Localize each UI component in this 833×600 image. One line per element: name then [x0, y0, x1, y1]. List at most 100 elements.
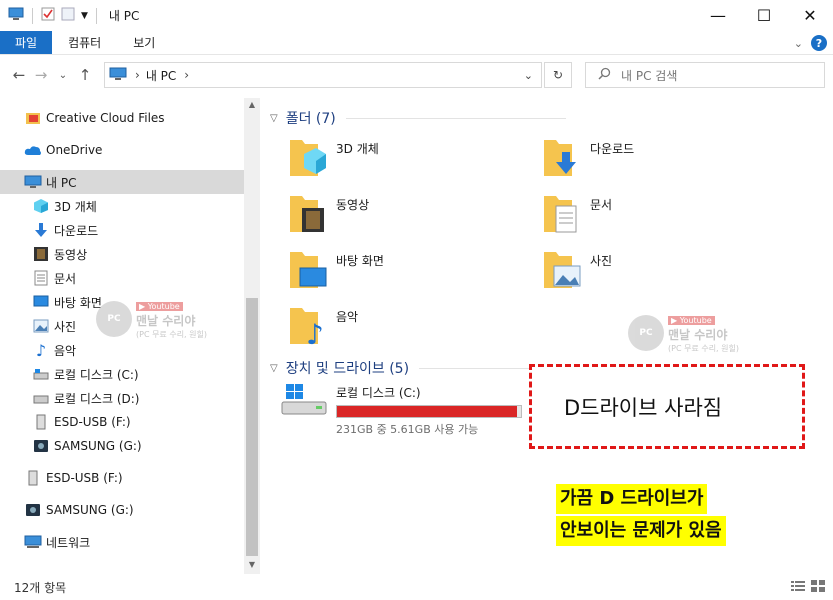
download-icon — [544, 140, 576, 176]
maximize-button[interactable]: ☐ — [741, 0, 787, 31]
folder-downloads[interactable]: 다운로드 — [542, 134, 634, 180]
tab-view[interactable]: 보기 — [117, 31, 171, 54]
sidebar-item-label: ESD-USB (F:) — [54, 415, 131, 429]
address-dropdown-icon[interactable]: ⌄ — [524, 69, 533, 82]
3d-objects-icon — [290, 140, 326, 176]
pc-icon[interactable] — [8, 7, 24, 24]
search-box[interactable]: 내 PC 검색 — [585, 62, 825, 88]
sidebar-item-drive-c[interactable]: 로컬 디스크 (C:) — [0, 362, 244, 386]
refresh-icon: ↻ — [552, 68, 564, 82]
scrollbar-thumb[interactable] — [246, 298, 258, 556]
sidebar-item-creative-cloud[interactable]: Creative Cloud Files — [0, 106, 244, 130]
forward-button[interactable]: → — [30, 66, 52, 84]
document-icon — [32, 270, 50, 286]
picture-icon — [32, 318, 50, 334]
sidebar-item-network[interactable]: 네트워크 — [0, 530, 244, 554]
3d-objects-icon — [32, 198, 50, 214]
sidebar-item-drive-d[interactable]: 로컬 디스크 (D:) — [0, 386, 244, 410]
sidebar-item-downloads[interactable]: 다운로드 — [0, 218, 244, 242]
toolbar-divider — [95, 7, 97, 24]
picture-icon — [544, 252, 581, 288]
scroll-up-icon[interactable]: ▲ — [244, 100, 260, 109]
new-folder-icon[interactable] — [61, 7, 75, 24]
sidebar-item-documents[interactable]: 문서 — [0, 266, 244, 290]
folder-label: 다운로드 — [590, 142, 635, 156]
back-button[interactable]: ← — [8, 66, 30, 84]
sidebar-item-esd-usb[interactable]: ESD-USB (F:) — [0, 410, 244, 434]
view-switcher — [791, 580, 825, 595]
collapse-chevron-icon[interactable]: ▽ — [270, 113, 278, 124]
breadcrumb-chevron-icon[interactable]: › — [184, 68, 189, 82]
drives-group-header[interactable]: ▽ 장치 및 드라이브 (5) — [270, 358, 530, 378]
sidebar-item-esd-usb-root[interactable]: ESD-USB (F:) — [0, 466, 244, 490]
details-view-icon[interactable] — [791, 580, 805, 595]
folders-header-label: 폴더 (7) — [285, 111, 336, 127]
video-icon — [290, 196, 324, 232]
breadcrumb-chevron-icon[interactable]: › — [135, 68, 140, 82]
watermark-subtitle: (PC 무료 수리, 원힐) — [136, 330, 207, 339]
folder-pictures[interactable]: 사진 — [542, 246, 612, 292]
folder-label: 3D 개체 — [336, 142, 379, 156]
address-bar[interactable]: › 내 PC › ⌄ — [104, 62, 542, 88]
drive-c[interactable]: 로컬 디스크 (C:) 231GB 중 5.61GB 사용 가능 — [280, 382, 522, 437]
folder-3d-objects[interactable]: 3D 개체 — [288, 134, 379, 180]
creative-cloud-icon — [24, 110, 42, 126]
properties-icon[interactable] — [41, 7, 55, 24]
usb-icon — [32, 414, 50, 430]
sidebar-item-label: 사진 — [54, 319, 77, 334]
folder-label: 동영상 — [336, 198, 370, 212]
sidebar-item-label: 3D 개체 — [54, 199, 97, 214]
watermark-subtitle: (PC 무료 수리, 원힐) — [668, 344, 739, 353]
folder-label: 음악 — [336, 310, 359, 324]
sidebar-item-music[interactable]: ♪ 음악 — [0, 338, 244, 362]
folders-group-header[interactable]: ▽ 폴더 (7) — [270, 108, 566, 128]
samsung-drive-icon — [32, 438, 50, 454]
sidebar-item-samsung[interactable]: SAMSUNG (G:) — [0, 434, 244, 458]
up-button[interactable]: ↑ — [74, 66, 96, 84]
quick-access-toolbar: ▼ — [0, 7, 99, 24]
watermark-youtube: ▶ Youtube — [668, 316, 715, 325]
recent-locations-button[interactable]: ⌄ — [52, 70, 74, 81]
search-input[interactable]: 내 PC 검색 — [621, 67, 677, 84]
title-bar: ▼ 내 PC — ☐ ✕ — [0, 0, 833, 31]
customize-toolbar-icon[interactable]: ▼ — [81, 11, 88, 21]
annotation-callout: D드라이브 사라짐 — [529, 364, 805, 449]
ribbon-controls: ⌄ ? — [794, 35, 827, 51]
group-divider — [419, 367, 530, 369]
folder-desktop[interactable]: 바탕 화면 — [288, 246, 384, 292]
window-title: 내 PC — [108, 9, 140, 23]
sidebar-item-label: 내 PC — [46, 175, 77, 190]
folder-documents[interactable]: 문서 — [542, 190, 612, 236]
watermark-title: 맨날 수리야 — [668, 328, 728, 342]
navigation-pane: Creative Cloud Files OneDrive 내 PC 3D 개체… — [0, 98, 260, 574]
annotation-note: 가끔 D 드라이브가 안보이는 문제가 있음 — [556, 484, 788, 548]
sidebar-item-videos[interactable]: 동영상 — [0, 242, 244, 266]
refresh-button[interactable]: ↻ — [544, 62, 572, 88]
breadcrumb-item[interactable]: 내 PC — [146, 67, 176, 84]
tab-file[interactable]: 파일 — [0, 31, 53, 54]
sidebar-item-label: OneDrive — [46, 143, 103, 157]
close-button[interactable]: ✕ — [787, 0, 833, 31]
navigation-scrollbar[interactable]: ▲ ▼ — [244, 98, 260, 574]
expand-ribbon-icon[interactable]: ⌄ — [794, 37, 803, 50]
tiles-view-icon[interactable] — [811, 580, 825, 595]
collapse-chevron-icon[interactable]: ▽ — [270, 363, 278, 374]
sidebar-item-3d-objects[interactable]: 3D 개체 — [0, 194, 244, 218]
sidebar-item-this-pc[interactable]: 내 PC — [0, 170, 244, 194]
sidebar-item-onedrive[interactable]: OneDrive — [0, 138, 244, 162]
sidebar-item-label: 다운로드 — [54, 223, 99, 238]
drive-icon — [32, 366, 50, 382]
music-icon: ♪ — [290, 308, 324, 348]
tab-computer[interactable]: 컴퓨터 — [52, 31, 117, 54]
watermark-logo: PC — [628, 315, 664, 351]
folder-videos[interactable]: 동영상 — [288, 190, 369, 236]
minimize-button[interactable]: — — [695, 0, 741, 31]
help-icon[interactable]: ? — [811, 35, 827, 51]
folder-music[interactable]: ♪ 음악 — [288, 302, 358, 348]
watermark-title: 맨날 수리야 — [136, 314, 196, 328]
annotation-note-line: 가끔 D 드라이브가 — [556, 484, 708, 514]
svg-text:♪: ♪ — [306, 318, 324, 348]
desktop-icon — [32, 294, 50, 310]
scroll-down-icon[interactable]: ▼ — [244, 560, 260, 569]
sidebar-item-samsung-root[interactable]: SAMSUNG (G:) — [0, 498, 244, 522]
